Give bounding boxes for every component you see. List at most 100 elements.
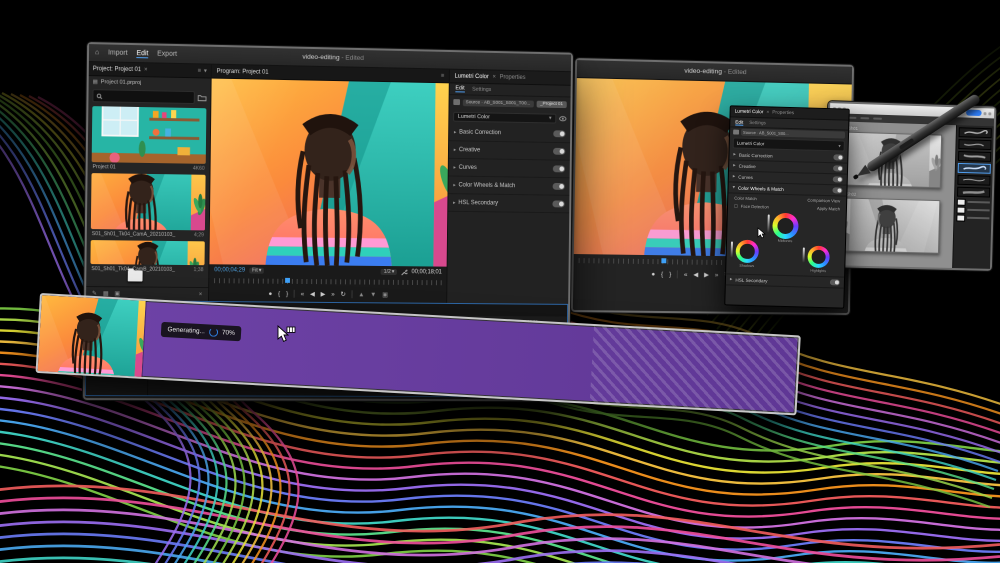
tab-settings[interactable]: Settings (749, 120, 766, 125)
menu-import[interactable]: Import (108, 49, 128, 56)
section-basic-correction[interactable]: ▸ Basic Correction (449, 124, 570, 144)
tab-lumetri-color[interactable]: Lumetri Color (455, 73, 489, 80)
toggle[interactable] (553, 148, 565, 155)
resolution-dropdown[interactable]: 1/2 ▾ (381, 269, 398, 275)
export-frame-button[interactable]: ▣ (382, 291, 388, 299)
media-name[interactable]: Project 01 (93, 164, 116, 170)
lift-button[interactable]: ▲ (358, 291, 364, 298)
go-to-out-button[interactable]: » (331, 291, 335, 298)
toggle[interactable] (553, 183, 565, 190)
toggle[interactable] (830, 279, 840, 285)
home-icon[interactable]: ⌂ (95, 49, 99, 56)
apply-match-button[interactable]: Apply Match (817, 205, 840, 211)
toggle[interactable] (553, 165, 565, 172)
toggle[interactable] (833, 177, 843, 183)
section-curves[interactable]: ▸ Curves (449, 159, 570, 178)
loop-button[interactable]: ↻ (340, 290, 345, 298)
brush-preset[interactable] (958, 151, 991, 162)
midtones-slider[interactable] (767, 214, 770, 232)
media-thumbnail[interactable] (92, 106, 207, 164)
playhead[interactable] (285, 278, 290, 283)
tab-properties[interactable]: Properties (772, 110, 794, 116)
toggle[interactable] (833, 166, 843, 172)
media-meta: 4K60 (193, 165, 205, 171)
new-item-icon[interactable] (128, 270, 143, 281)
list-view-icon[interactable]: ≡ (197, 68, 201, 74)
brush-preset-selected[interactable] (958, 163, 991, 174)
menu-export[interactable]: Export (157, 51, 177, 58)
layer-row[interactable] (957, 207, 990, 214)
tab-lumetri-color[interactable]: Lumetri Color (735, 109, 764, 115)
media-thumbnail[interactable] (91, 173, 206, 230)
add-marker-button[interactable]: ● (651, 271, 655, 278)
tab-properties[interactable]: Properties (500, 74, 526, 80)
close-icon[interactable]: × (766, 110, 769, 115)
shadows-wheel[interactable] (735, 240, 759, 264)
close-icon[interactable]: × (144, 67, 148, 73)
brush-preset[interactable] (957, 187, 990, 198)
project-chip[interactable]: _Project 01 (536, 100, 566, 107)
section-creative[interactable]: ▸ Creative (449, 141, 570, 161)
midtones-wheel[interactable] (772, 213, 799, 240)
tab-project[interactable]: Project: Project 01 (93, 66, 141, 73)
add-marker-button[interactable]: ● (268, 290, 272, 297)
mark-in-button[interactable]: { (278, 290, 280, 297)
wrench-icon[interactable] (401, 269, 408, 276)
tab-edit[interactable]: Edit (455, 85, 464, 92)
go-to-in-button[interactable]: « (684, 271, 688, 278)
toggle[interactable] (832, 188, 842, 194)
layer-row[interactable] (956, 214, 989, 221)
brush-preset[interactable] (958, 139, 991, 150)
tab-settings[interactable]: Settings (472, 86, 491, 92)
media-thumbnail[interactable] (90, 240, 204, 265)
highlights-slider[interactable] (802, 247, 804, 262)
toggle[interactable] (553, 130, 565, 137)
tab-program[interactable]: Program: Project 01 (217, 68, 269, 75)
comparison-view-button[interactable]: Comparison View (807, 197, 840, 203)
close-icon[interactable]: × (199, 291, 203, 297)
face-detection-label[interactable]: Face Detection (741, 203, 769, 209)
checkbox-icon[interactable]: ☐ (734, 203, 738, 208)
playhead[interactable] (662, 258, 667, 263)
current-timecode[interactable]: 00;00;04;29 (214, 267, 245, 273)
storyboard-frame-2[interactable] (843, 198, 940, 254)
preset-dropdown[interactable]: Lumetri Color ▾ (453, 111, 556, 123)
brush-preset[interactable] (959, 127, 992, 138)
toggle[interactable] (833, 155, 843, 161)
fit-dropdown[interactable]: Fit ▾ (249, 268, 264, 274)
source-clip-label[interactable]: Source · AB_S001_S00... (741, 129, 845, 139)
chevron-down-icon[interactable]: ▾ (204, 67, 207, 74)
brush-preset[interactable] (957, 175, 990, 186)
highlights-wheel[interactable] (807, 246, 830, 269)
section-color-wheels[interactable]: ▸ Color Wheels & Match (448, 176, 569, 195)
frame-label: Sh01 (848, 126, 858, 131)
panel-menu-icon[interactable]: ≡ (441, 73, 444, 79)
menu-edit[interactable]: Edit (136, 50, 148, 58)
folder-icon[interactable] (198, 94, 207, 101)
window-storyboard: Sh01 Sh02 (824, 101, 997, 271)
extract-button[interactable]: ▼ (370, 291, 376, 298)
eye-icon[interactable] (559, 115, 567, 121)
window2-title: video-editing - Edited (577, 65, 852, 79)
mark-out-button[interactable]: } (286, 290, 288, 297)
play-button[interactable]: ▶ (321, 290, 326, 298)
layer-row[interactable] (957, 199, 990, 206)
section-hsl-secondary[interactable]: ▸ HSL Secondary (448, 194, 569, 213)
search-input[interactable] (92, 89, 194, 104)
share-button[interactable] (966, 110, 982, 116)
mark-out-button[interactable]: } (669, 271, 671, 278)
play-button[interactable]: ▶ (704, 271, 709, 279)
mark-in-button[interactable]: { (661, 271, 663, 278)
media-name[interactable]: S01_Sh01_Tk04_CamA_20210103_ (92, 231, 176, 238)
tab-edit[interactable]: Edit (735, 119, 743, 125)
step-back-button[interactable]: ◀ (693, 271, 698, 279)
source-clip-label[interactable]: Source · AB_S001_S001_T00... (463, 99, 534, 107)
wheel-label: Midtones (772, 239, 798, 244)
step-back-button[interactable]: ◀ (310, 290, 315, 298)
go-to-in-button[interactable]: « (301, 290, 305, 297)
toggle[interactable] (552, 200, 564, 207)
close-icon[interactable]: × (493, 74, 496, 80)
shadows-slider[interactable] (731, 241, 733, 257)
go-to-out-button[interactable]: » (715, 271, 719, 278)
project-file-label[interactable]: Project 01.prproj (101, 79, 142, 86)
